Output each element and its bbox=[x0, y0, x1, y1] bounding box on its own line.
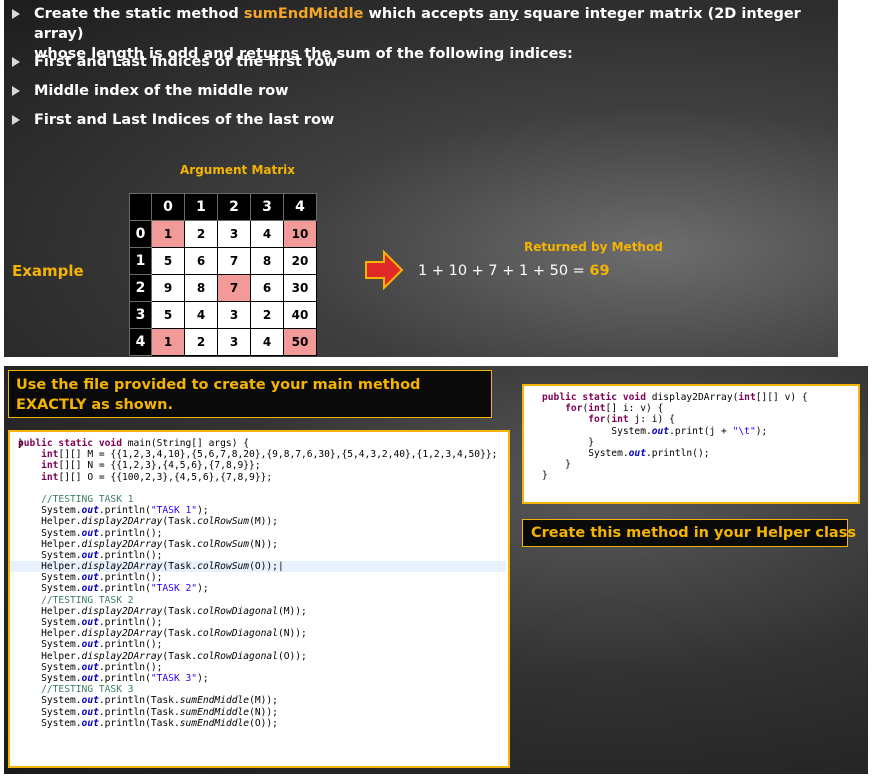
bullet-arrow-icon bbox=[12, 86, 20, 96]
sum-result: 69 bbox=[589, 263, 610, 279]
helper-note-box: Create this method in your Helper class bbox=[522, 519, 856, 547]
matrix-cell-selected: 1 bbox=[151, 220, 185, 248]
returned-label: Returned by Method bbox=[524, 240, 663, 254]
col-header: 4 bbox=[283, 193, 317, 221]
bullet-text: First and Last Indices of the first row bbox=[34, 54, 338, 70]
method-name: sumEndMiddle bbox=[243, 6, 364, 22]
matrix-cell: 20 bbox=[283, 247, 317, 275]
matrix-cell: 4 bbox=[250, 220, 284, 248]
instruction-box: Use the file provided to create your mai… bbox=[8, 370, 492, 418]
display2darray-source: public static void display2DArray(int[][… bbox=[542, 392, 808, 482]
matrix-cell: 2 bbox=[250, 301, 284, 329]
matrix-cell: 2 bbox=[184, 328, 218, 356]
bullet-text: Create the static method bbox=[34, 6, 244, 22]
matrix-cell: 9 bbox=[151, 274, 185, 302]
row-index: 1 bbox=[129, 247, 152, 275]
matrix-cell: 6 bbox=[184, 247, 218, 275]
right-arrow-icon bbox=[365, 250, 404, 290]
matrix-cell: 5 bbox=[151, 247, 185, 275]
bullet-text: the sum of the following indices: bbox=[299, 46, 573, 62]
main-method-closing-brace: } bbox=[18, 438, 24, 449]
bullet-text: First and Last Indices of the last row bbox=[34, 112, 335, 128]
row-index: 4 bbox=[129, 328, 152, 356]
matrix-title: Argument Matrix bbox=[180, 163, 295, 177]
col-header: 2 bbox=[217, 193, 251, 221]
bullet-first-row: First and Last Indices of the first row bbox=[12, 52, 337, 72]
row-index: 0 bbox=[129, 220, 152, 248]
bullet-emphasis: any bbox=[489, 6, 519, 22]
matrix-cell: 6 bbox=[250, 274, 284, 302]
row-index: 3 bbox=[129, 301, 152, 329]
example-label: Example bbox=[12, 262, 84, 280]
matrix-cell: 5 bbox=[151, 301, 185, 329]
matrix-cell-selected: 1 bbox=[151, 328, 185, 356]
matrix-cell: 40 bbox=[283, 301, 317, 329]
matrix-cell: 7 bbox=[217, 247, 251, 275]
matrix-cell: 4 bbox=[184, 301, 218, 329]
matrix-cell: 30 bbox=[283, 274, 317, 302]
col-header: 1 bbox=[184, 193, 218, 221]
sum-expression: 1 + 10 + 7 + 1 + 50 = bbox=[418, 263, 590, 279]
display2darray-code: public static void display2DArray(int[][… bbox=[522, 384, 860, 504]
matrix-cell: 4 bbox=[250, 328, 284, 356]
matrix-row: 1 5 6 7 8 20 bbox=[129, 247, 317, 275]
matrix-cell: 8 bbox=[250, 247, 284, 275]
main-method-source: public static void main(String[] args) {… bbox=[10, 438, 506, 729]
returned-expression: 1 + 10 + 7 + 1 + 50 = 69 bbox=[418, 263, 610, 279]
col-header: 0 bbox=[151, 193, 185, 221]
matrix-cell: 3 bbox=[217, 328, 251, 356]
matrix-row: 4 1 2 3 4 50 bbox=[129, 328, 317, 356]
matrix-row: 0 1 2 3 4 10 bbox=[129, 220, 317, 248]
row-index: 2 bbox=[129, 274, 152, 302]
bullet-arrow-icon bbox=[12, 57, 20, 67]
matrix-cell: 3 bbox=[217, 301, 251, 329]
matrix-cell: 8 bbox=[184, 274, 218, 302]
bullet-text: Middle index of the middle row bbox=[34, 83, 289, 99]
task-slide: Create the static method sumEndMiddle wh… bbox=[4, 0, 838, 357]
matrix-header-row: 0 1 2 3 4 bbox=[129, 193, 317, 221]
matrix-cell-selected: 7 bbox=[217, 274, 251, 302]
bullet-middle-row: Middle index of the middle row bbox=[12, 81, 289, 101]
matrix-row: 3 5 4 3 2 40 bbox=[129, 301, 317, 329]
matrix-cell-selected: 50 bbox=[283, 328, 317, 356]
bullet-arrow-icon bbox=[12, 9, 20, 19]
matrix-cell: 2 bbox=[184, 220, 218, 248]
matrix-row: 2 9 8 7 6 30 bbox=[129, 274, 317, 302]
main-method-code: public static void main(String[] args) {… bbox=[8, 430, 510, 768]
bullet-last-row: First and Last Indices of the last row bbox=[12, 110, 334, 130]
argument-matrix: 0 1 2 3 4 0 1 2 3 4 10 1 5 6 7 8 20 2 9 … bbox=[129, 193, 317, 356]
col-header: 3 bbox=[250, 193, 284, 221]
matrix-corner bbox=[129, 193, 152, 221]
bullet-arrow-icon bbox=[12, 115, 20, 125]
matrix-cell-selected: 10 bbox=[283, 220, 317, 248]
matrix-cell: 3 bbox=[217, 220, 251, 248]
bullet-text: which accepts bbox=[363, 6, 489, 22]
main-method-slide: Use the file provided to create your mai… bbox=[4, 366, 868, 774]
